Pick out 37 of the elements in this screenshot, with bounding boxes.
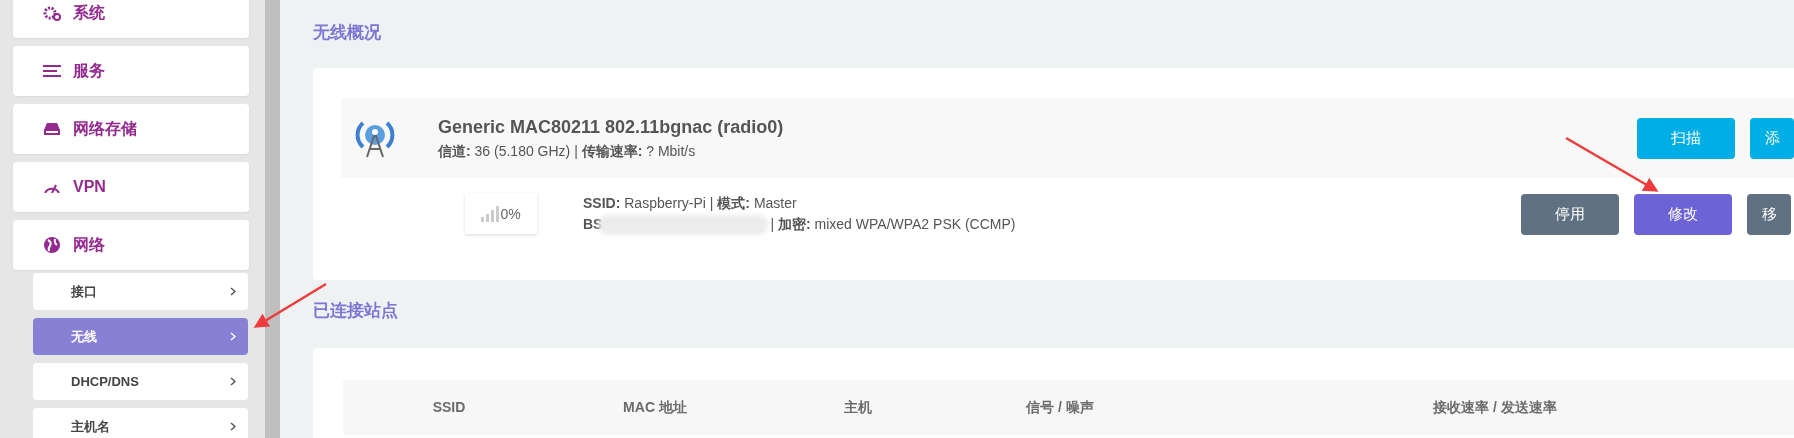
chevron-icon (230, 377, 236, 386)
signal-bars-icon (481, 206, 500, 222)
gears-icon (43, 5, 61, 21)
action-button[interactable]: 移 (1747, 193, 1791, 235)
network-ssid-mode: SSID: Raspberry-Pi | 模式: Master (583, 194, 798, 213)
chevron-icon (230, 287, 236, 296)
action-button[interactable]: 停用 (1521, 193, 1619, 235)
submenu-label: DHCP/DNS (71, 372, 140, 391)
menu-item[interactable]: VPN (13, 162, 249, 212)
submenu-label: 接口 (71, 282, 98, 301)
submenu-label: 无线 (71, 327, 98, 346)
submenu-item[interactable]: 接口 (33, 273, 248, 310)
chevron-icon (230, 332, 236, 341)
bssid-label: BS (583, 215, 603, 234)
submenu-label: 主机名 (71, 417, 111, 436)
chevron-icon (230, 422, 236, 431)
column-header: SSID (431, 398, 467, 417)
drive-icon (43, 122, 61, 136)
submenu-item[interactable]: 主机名 (33, 408, 248, 438)
globe-icon (43, 236, 61, 254)
submenu-item[interactable]: DHCP/DNS (33, 363, 248, 400)
encryption-info: | 加密: mixed WPA/WPA2 PSK (CCMP) (770, 215, 1016, 234)
column-header: 主机 (842, 398, 873, 417)
signal-percent: 0% (500, 204, 521, 224)
radio-title: Generic MAC80211 802.11bgnac (radio0) (438, 116, 784, 139)
column-header: MAC 地址 (622, 398, 688, 417)
radio-details: 信道: 36 (5.180 GHz) | 传输速率: ? Mbit/s (438, 142, 697, 161)
section-heading: 已连接站点 (313, 300, 399, 322)
menu-item[interactable]: 网络 (13, 220, 249, 270)
list-icon (43, 64, 61, 78)
column-header: 信号 / 噪声 (1025, 398, 1095, 417)
menu-item[interactable]: 系统 (13, 0, 249, 38)
menu-item[interactable]: 服务 (13, 46, 249, 96)
column-header: 接收速率 / 发送速率 (1432, 398, 1558, 417)
menu-item[interactable]: 网络存储 (13, 104, 249, 154)
action-button[interactable]: 修改 (1634, 193, 1732, 235)
section-heading: 无线概况 (313, 22, 382, 44)
